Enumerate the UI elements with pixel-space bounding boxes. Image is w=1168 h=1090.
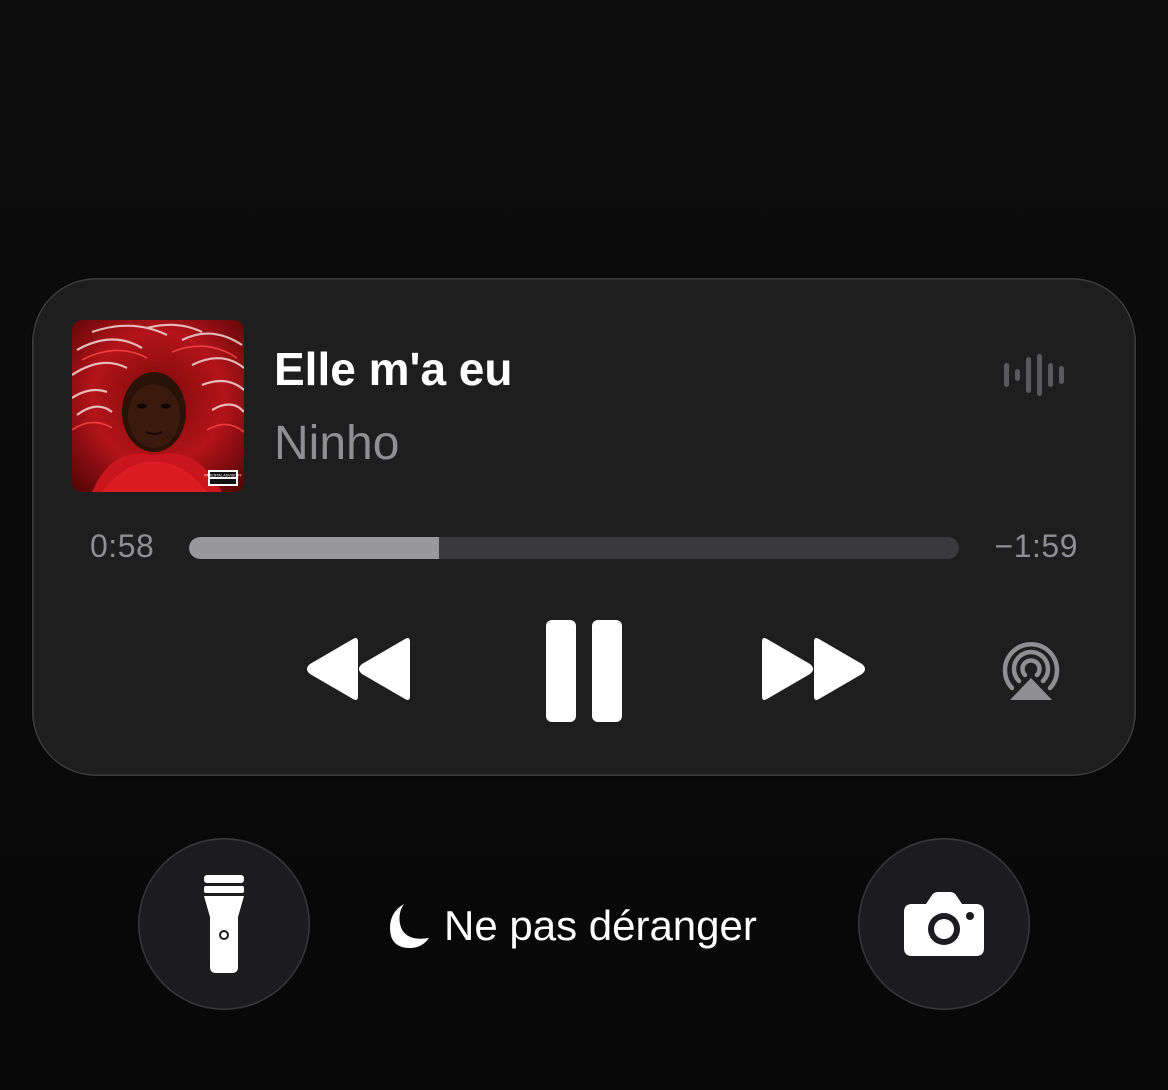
- rewind-button[interactable]: [304, 636, 414, 702]
- airplay-icon: [1002, 642, 1060, 700]
- camera-icon: [904, 892, 984, 956]
- moon-icon: [390, 904, 429, 948]
- pause-icon: [546, 620, 622, 722]
- waveform-icon: [1004, 354, 1064, 396]
- camera-button[interactable]: [858, 838, 1030, 1010]
- playback-scrubber[interactable]: [189, 537, 959, 559]
- pause-button[interactable]: [546, 620, 624, 722]
- forward-button[interactable]: [758, 636, 868, 702]
- elapsed-time: 0:58: [90, 528, 155, 564]
- lock-screen: PARENTAL ADVISORY Elle m'a eu Ninho 0:58…: [0, 0, 1168, 1090]
- playback-progress-fill: [189, 537, 440, 559]
- flashlight-button[interactable]: [138, 838, 310, 1010]
- forward-icon: [762, 638, 865, 700]
- track-title[interactable]: Elle m'a eu: [274, 342, 513, 396]
- focus-mode-indicator[interactable]: Ne pas déranger: [384, 898, 757, 954]
- track-artist[interactable]: Ninho: [274, 416, 399, 471]
- parental-advisory-label: PARENTAL ADVISORY: [204, 473, 242, 477]
- album-artwork[interactable]: PARENTAL ADVISORY: [72, 320, 244, 492]
- focus-mode-label: Ne pas déranger: [444, 902, 757, 949]
- now-playing-widget: PARENTAL ADVISORY Elle m'a eu Ninho 0:58…: [32, 278, 1136, 776]
- airplay-button[interactable]: [998, 638, 1064, 704]
- flashlight-icon: [204, 875, 244, 973]
- remaining-time: −1:59: [994, 528, 1078, 564]
- backward-icon: [307, 638, 410, 700]
- album-artwork-image: PARENTAL ADVISORY: [72, 320, 244, 492]
